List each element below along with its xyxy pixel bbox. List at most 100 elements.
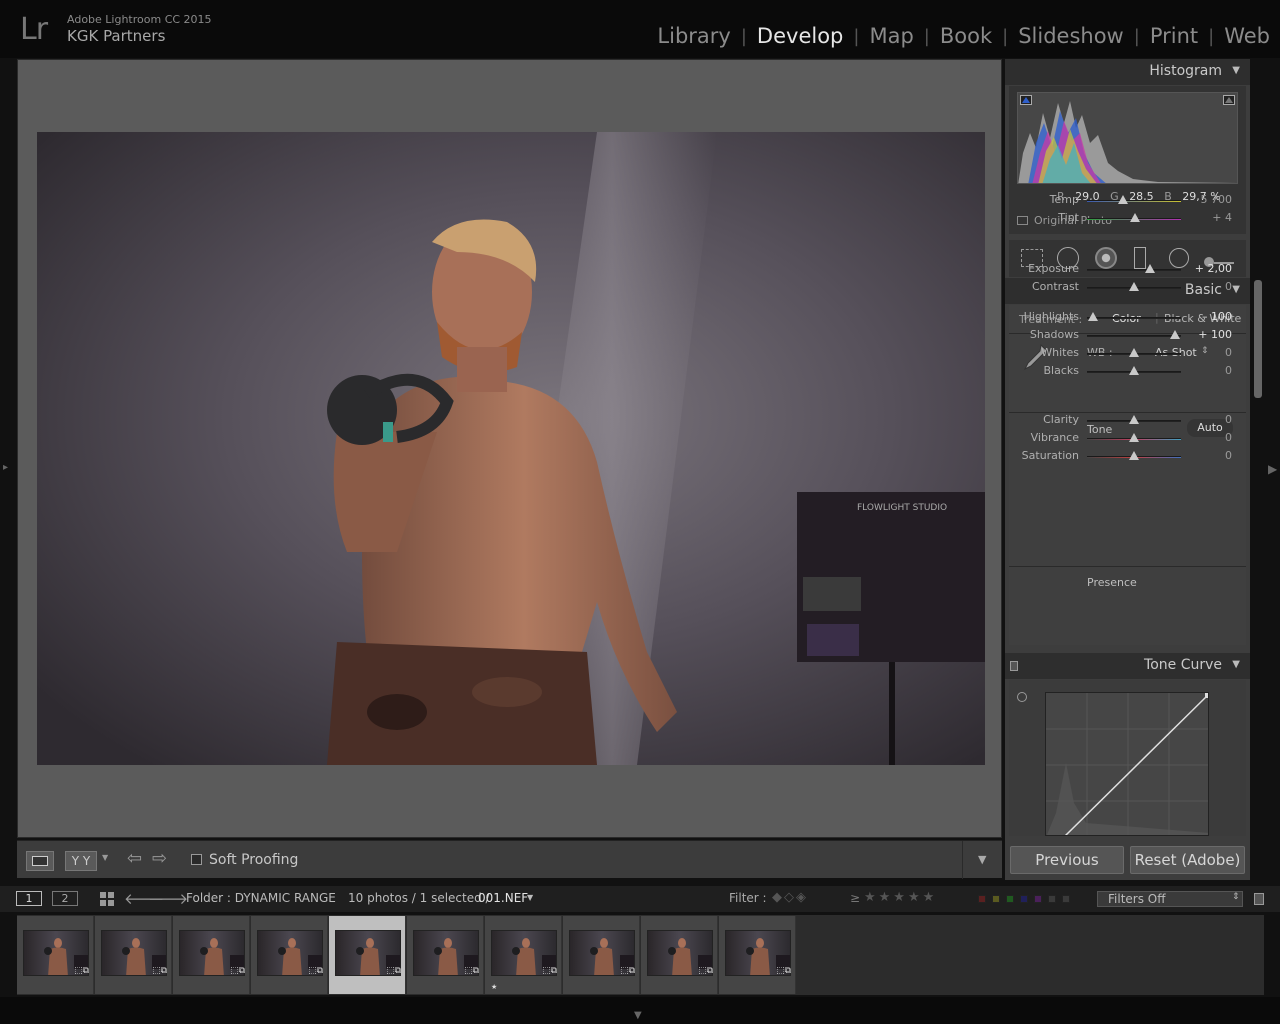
filmstrip-thumbnail[interactable]: ⬚⧉ [173,916,250,994]
grid-view-icon[interactable] [100,892,114,906]
module-picker: Library | Develop | Map | Book | Slideshow | … [647,24,1270,48]
reset-button[interactable]: Reset (Adobe) [1130,846,1245,874]
thumbnail-badges-icon: ⬚⧉ [74,966,89,976]
toolbar-content-menu-icon[interactable]: ▼ [978,853,986,866]
rating-filter-stars[interactable]: ★★★★★ [864,890,937,905]
top-bar: Lr Adobe Lightroom CC 2015 KGK Partners … [0,0,1280,58]
exposure-slider[interactable] [1087,269,1181,271]
previous-photo-arrow-icon[interactable]: ⇦ [127,848,142,869]
blacks-label: Blacks [1043,364,1080,377]
bottom-panel-toggle-icon[interactable]: ▼ [634,1010,642,1021]
panel-switch-icon[interactable] [1010,661,1018,671]
flag-filter-icons[interactable]: ◆◇◈ [772,890,808,905]
folder-label[interactable]: Folder : DYNAMIC RANGE [186,891,336,905]
whites-slider-thumb[interactable] [1129,348,1139,357]
color-label-filters[interactable] [978,895,1070,903]
filmstrip-thumbnail[interactable]: ⬚⧉ [251,916,328,994]
filmstrip-thumbnail[interactable]: ⬚⧉ [641,916,718,994]
module-web[interactable]: Web [1214,24,1270,48]
loupe-icon [32,856,48,866]
filmstrip-thumbnail[interactable]: ⬚⧉ [329,916,406,994]
highlights-slider-thumb[interactable] [1087,312,1098,321]
develop-photo[interactable]: FLOWLIGHT STUDIO [37,132,985,765]
tone-curve-header[interactable]: Tone Curve ▼ [1005,653,1250,679]
red-eye-tool-icon[interactable] [1095,247,1117,269]
soft-proofing-checkbox[interactable] [191,854,202,865]
targeted-adjustment-icon[interactable] [1017,692,1027,702]
shadows-slider-thumb[interactable] [1170,330,1181,339]
thumbnail-badges-icon: ⬚⧉ [230,966,245,976]
file-menu-arrow-icon[interactable]: ▼ [527,893,533,902]
clarity-value[interactable]: 0 [1182,413,1232,426]
vibrance-label: Vibrance [1030,431,1079,444]
soft-proofing-label: Soft Proofing [209,852,299,868]
module-develop[interactable]: Develop [747,24,853,48]
filter-lock-icon[interactable] [1254,893,1264,905]
vibrance-value[interactable]: 0 [1182,431,1232,444]
temp-value[interactable]: 5 700 [1182,193,1233,206]
shadows-label: Shadows [1029,328,1079,341]
lightroom-window: ▲ Lr Adobe Lightroom CC 2015 KGK Partner… [0,0,1280,1024]
tone-curve-graph[interactable] [1045,692,1209,836]
filters-off-select[interactable]: Filters Off [1097,891,1243,907]
whites-value[interactable]: 0 [1182,346,1232,359]
before-after-dropdown-icon[interactable]: ▼ [102,853,108,862]
clarity-slider-thumb[interactable] [1129,415,1139,424]
shadow-clipping-icon[interactable] [1020,95,1032,105]
blacks-slider-thumb[interactable] [1129,366,1139,375]
image-viewport[interactable]: FLOWLIGHT STUDIO [17,59,1002,838]
rating-gte-icon[interactable]: ≥ [850,891,860,905]
tone-label: Tone [1087,423,1113,436]
filmstrip-thumbnail[interactable]: ⬚⧉ ★ [485,916,562,994]
main-window-button[interactable]: 1 [16,891,42,906]
module-slideshow[interactable]: Slideshow [1008,24,1134,48]
histogram-graph[interactable] [1017,92,1238,184]
next-photo-arrow-icon[interactable]: ⇨ [152,848,167,869]
filmstrip-thumbnail[interactable]: ⬚⧉ [719,916,796,994]
module-print[interactable]: Print [1140,24,1208,48]
saturation-slider-thumb[interactable] [1129,451,1139,460]
temp-slider-thumb[interactable] [1117,195,1128,204]
contrast-slider-thumb[interactable] [1129,282,1139,291]
secondary-window-button[interactable]: 2 [52,891,78,906]
loupe-view-button[interactable] [26,851,54,871]
app-name: Adobe Lightroom CC 2015 [67,13,212,26]
module-library[interactable]: Library [647,24,740,48]
svg-text:FLOWLIGHT STUDIO: FLOWLIGHT STUDIO [857,503,947,513]
thumbnail-rating-star: ★ [491,983,498,991]
before-after-button[interactable]: Y Y [65,851,97,871]
right-panel-scrollbar[interactable] [1254,280,1262,398]
original-photo-checkbox[interactable] [1017,216,1028,225]
right-panel-toggle-icon[interactable]: ▶ [1268,462,1277,476]
contrast-value[interactable]: 0 [1182,280,1232,293]
exposure-value[interactable]: + 2,00 [1182,262,1232,275]
highlights-slider[interactable] [1087,317,1181,319]
saturation-value[interactable]: 0 [1182,449,1232,462]
right-panel: Histogram ▼ R 29,0 G 28,5 B 29,7 % Origi… [1005,59,1250,880]
tint-slider-thumb[interactable] [1129,213,1140,222]
filmstrip-thumbnail[interactable]: ⬚⧉ [95,916,172,994]
filters-select-arrows-icon[interactable]: ⇕ [1232,892,1240,902]
shadows-slider[interactable] [1087,335,1181,337]
module-map[interactable]: Map [859,24,923,48]
left-panel-toggle-icon[interactable]: ▸ [3,462,8,473]
histogram-header[interactable]: Histogram ▼ [1005,59,1250,85]
shadows-value[interactable]: + 100 [1182,328,1232,341]
previous-button[interactable]: Previous [1010,846,1124,874]
file-name-dropdown[interactable]: 001.NEF [478,891,528,905]
temp-slider[interactable] [1087,200,1181,202]
photo-count-label: 10 photos / 1 selected / [348,891,490,905]
tint-value[interactable]: + 4 [1182,211,1232,224]
highlight-clipping-icon[interactable] [1223,95,1235,105]
module-book[interactable]: Book [930,24,1002,48]
filmstrip-thumbnail[interactable]: ⬚⧉ [407,916,484,994]
photo-image: FLOWLIGHT STUDIO [37,132,985,765]
vibrance-slider-thumb[interactable] [1129,433,1139,442]
filmstrip-thumbnail[interactable]: ⬚⧉ [17,916,94,994]
highlights-value[interactable]: – 100 [1182,310,1232,323]
filmstrip-forward-arrow-icon[interactable]: 🡒 [148,889,188,908]
filmstrip-thumbnail[interactable]: ⬚⧉ [563,916,640,994]
blacks-value[interactable]: 0 [1182,364,1232,377]
adjustment-brush-tool-icon[interactable] [1204,252,1236,267]
exposure-slider-thumb[interactable] [1144,264,1155,273]
